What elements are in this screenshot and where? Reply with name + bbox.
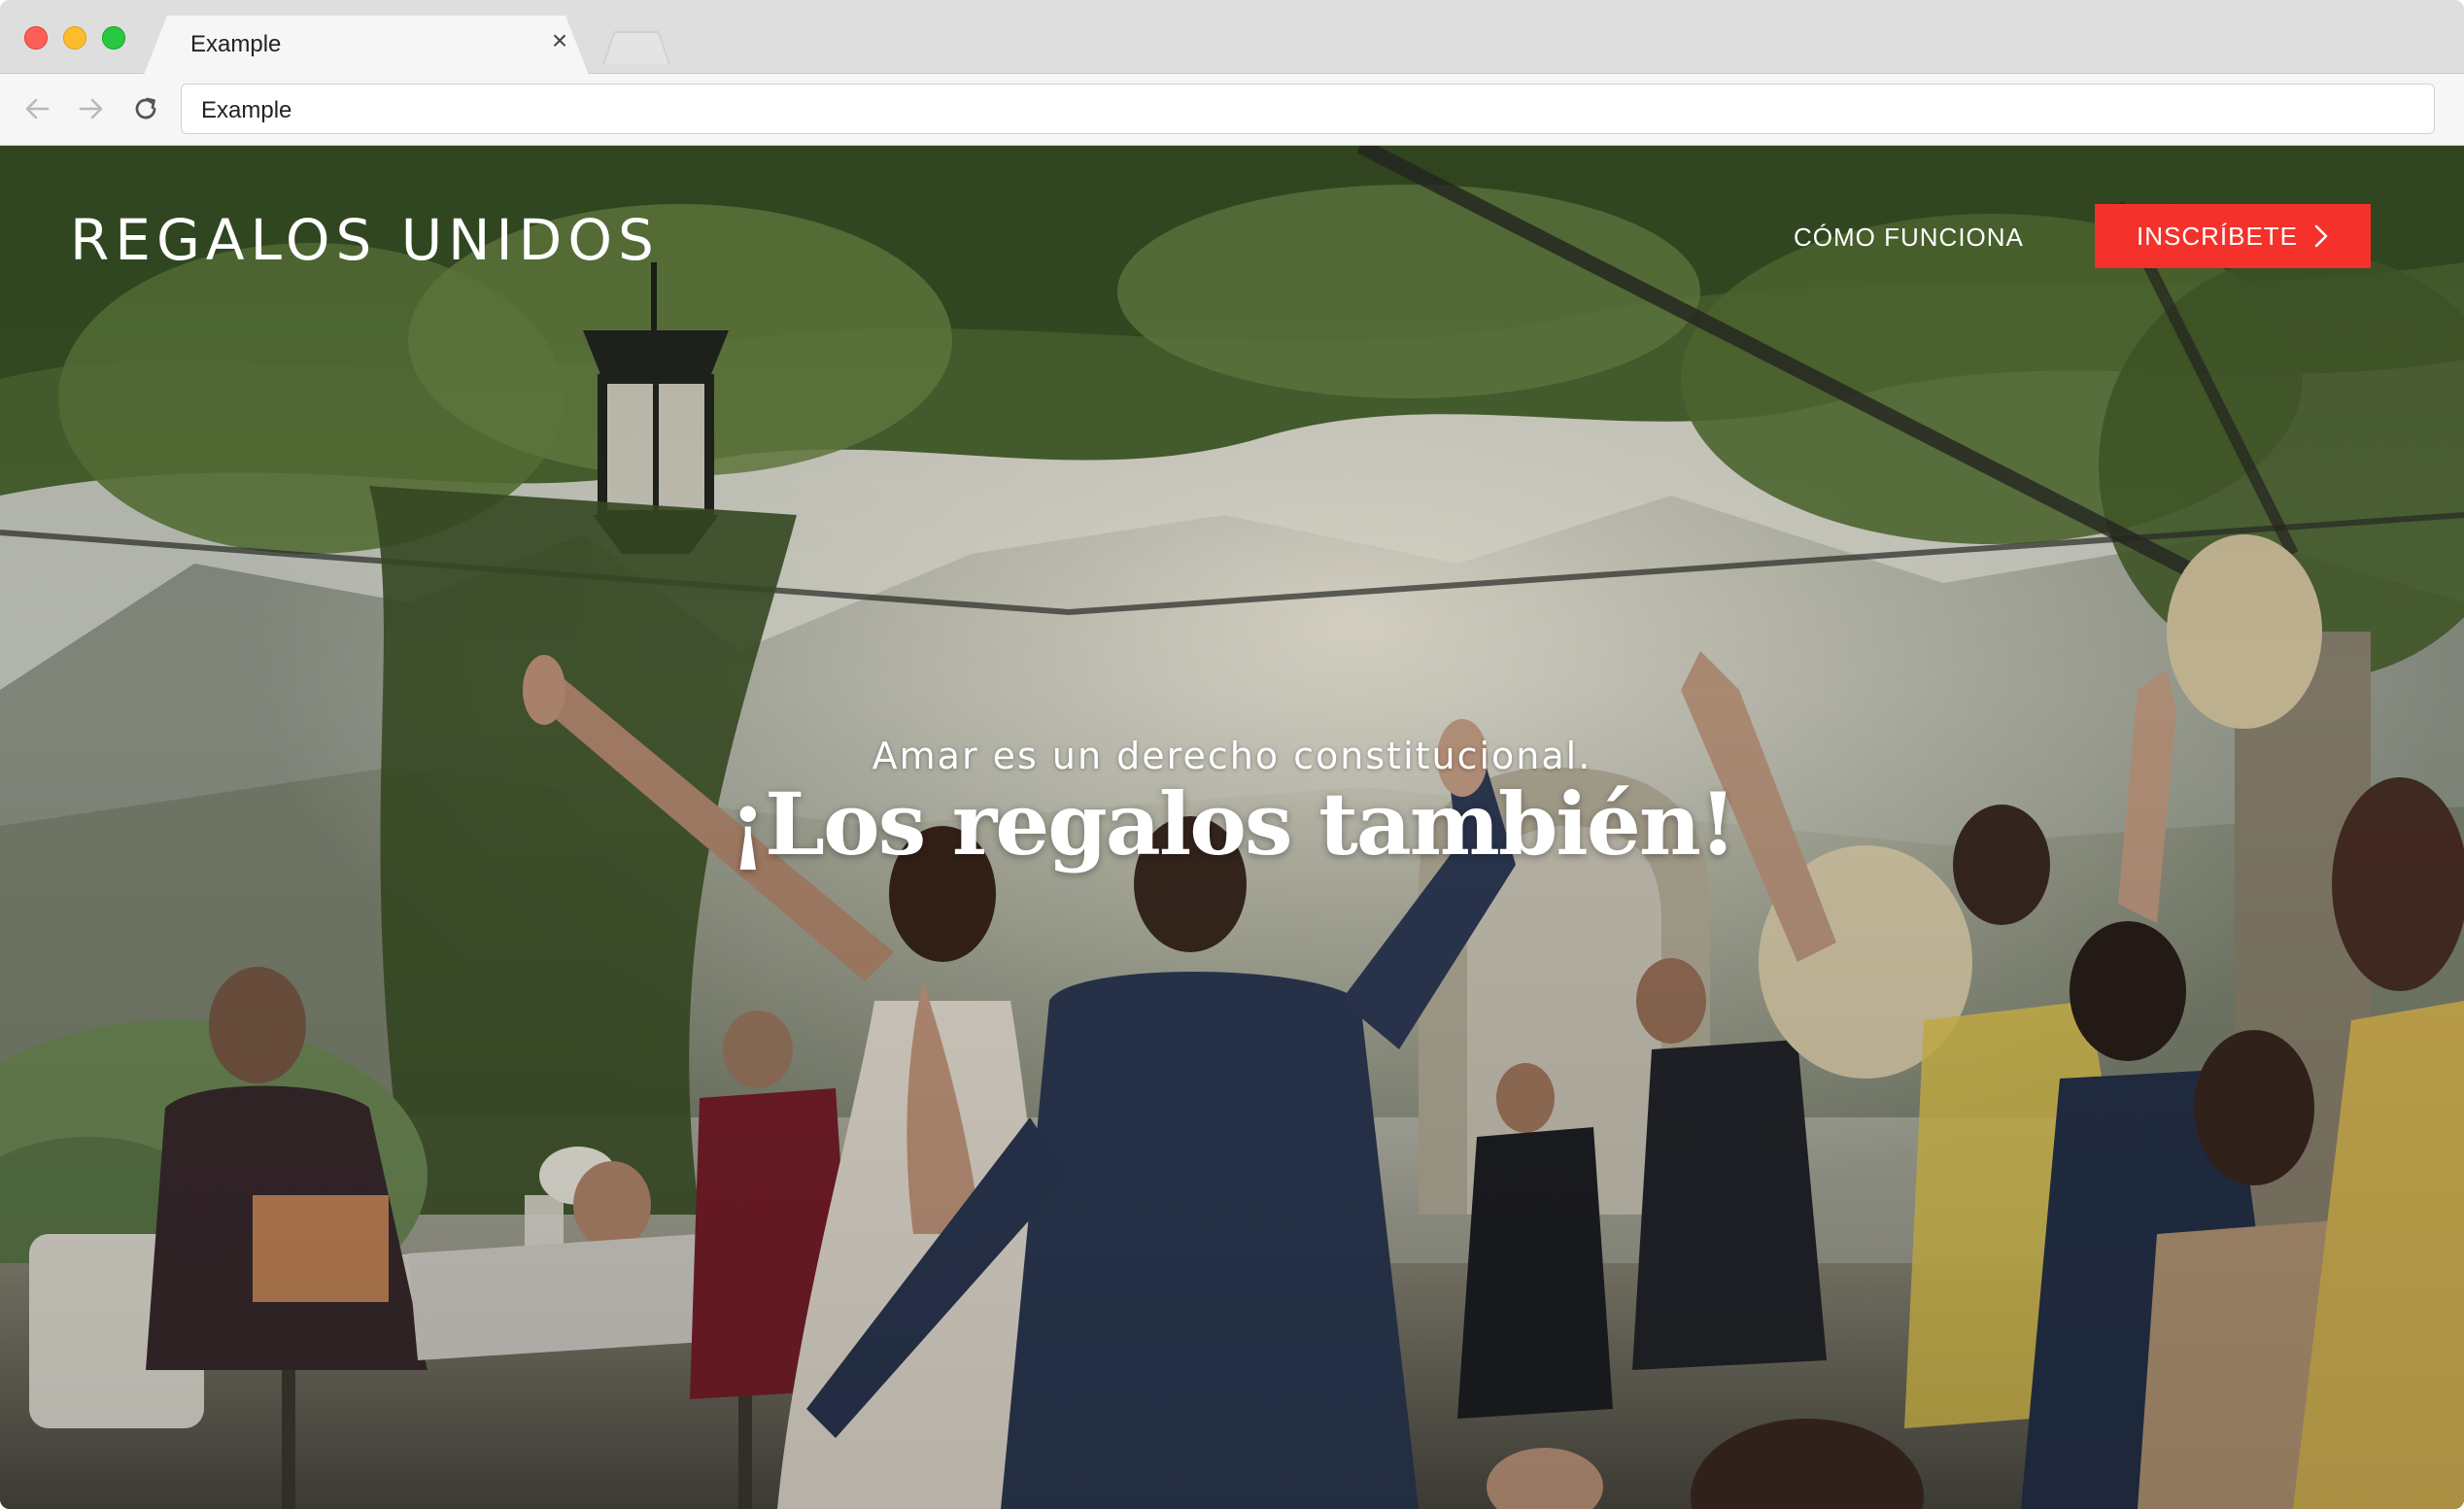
maximize-window-button[interactable] [102, 26, 125, 50]
hero-headline: ¡Los regalos también! [729, 773, 1737, 875]
new-tab-shape [604, 33, 668, 64]
hero-subtitle: Amar es un derecho constitucional. [872, 735, 1592, 777]
back-arrow-icon [25, 98, 50, 120]
reload-button[interactable] [126, 89, 165, 128]
address-text: Example [201, 97, 292, 123]
chevron-right-icon [2313, 223, 2329, 249]
new-tab-button[interactable] [602, 31, 670, 64]
back-button[interactable] [17, 89, 56, 128]
forward-arrow-icon [79, 98, 103, 120]
tab-title: Example [190, 31, 282, 57]
signup-button-label: INSCRÍBETE [2136, 221, 2299, 251]
page-viewport: REGALOS UNIDOS CÓMO FUNCIONA INSCRÍBETE … [0, 146, 2464, 1509]
nav-link-como-funciona[interactable]: CÓMO FUNCIONA [1794, 218, 2023, 257]
browser-toolbar: Example [0, 74, 2464, 146]
address-bar[interactable]: Example [181, 84, 2435, 134]
forward-button[interactable] [72, 89, 111, 128]
browser-tab-active[interactable]: Example × [144, 16, 589, 75]
reload-icon [135, 97, 156, 120]
site-logo[interactable]: REGALOS UNIDOS [70, 207, 660, 273]
close-window-button[interactable] [24, 26, 48, 50]
close-icon[interactable]: × [546, 27, 573, 54]
title-bar: Example × [0, 0, 2464, 75]
browser-window: Example × Example REGALOS UNIDOS CÓMO FU… [0, 0, 2464, 1509]
minimize-window-button[interactable] [63, 26, 86, 50]
signup-button[interactable]: INSCRÍBETE [2095, 204, 2371, 268]
